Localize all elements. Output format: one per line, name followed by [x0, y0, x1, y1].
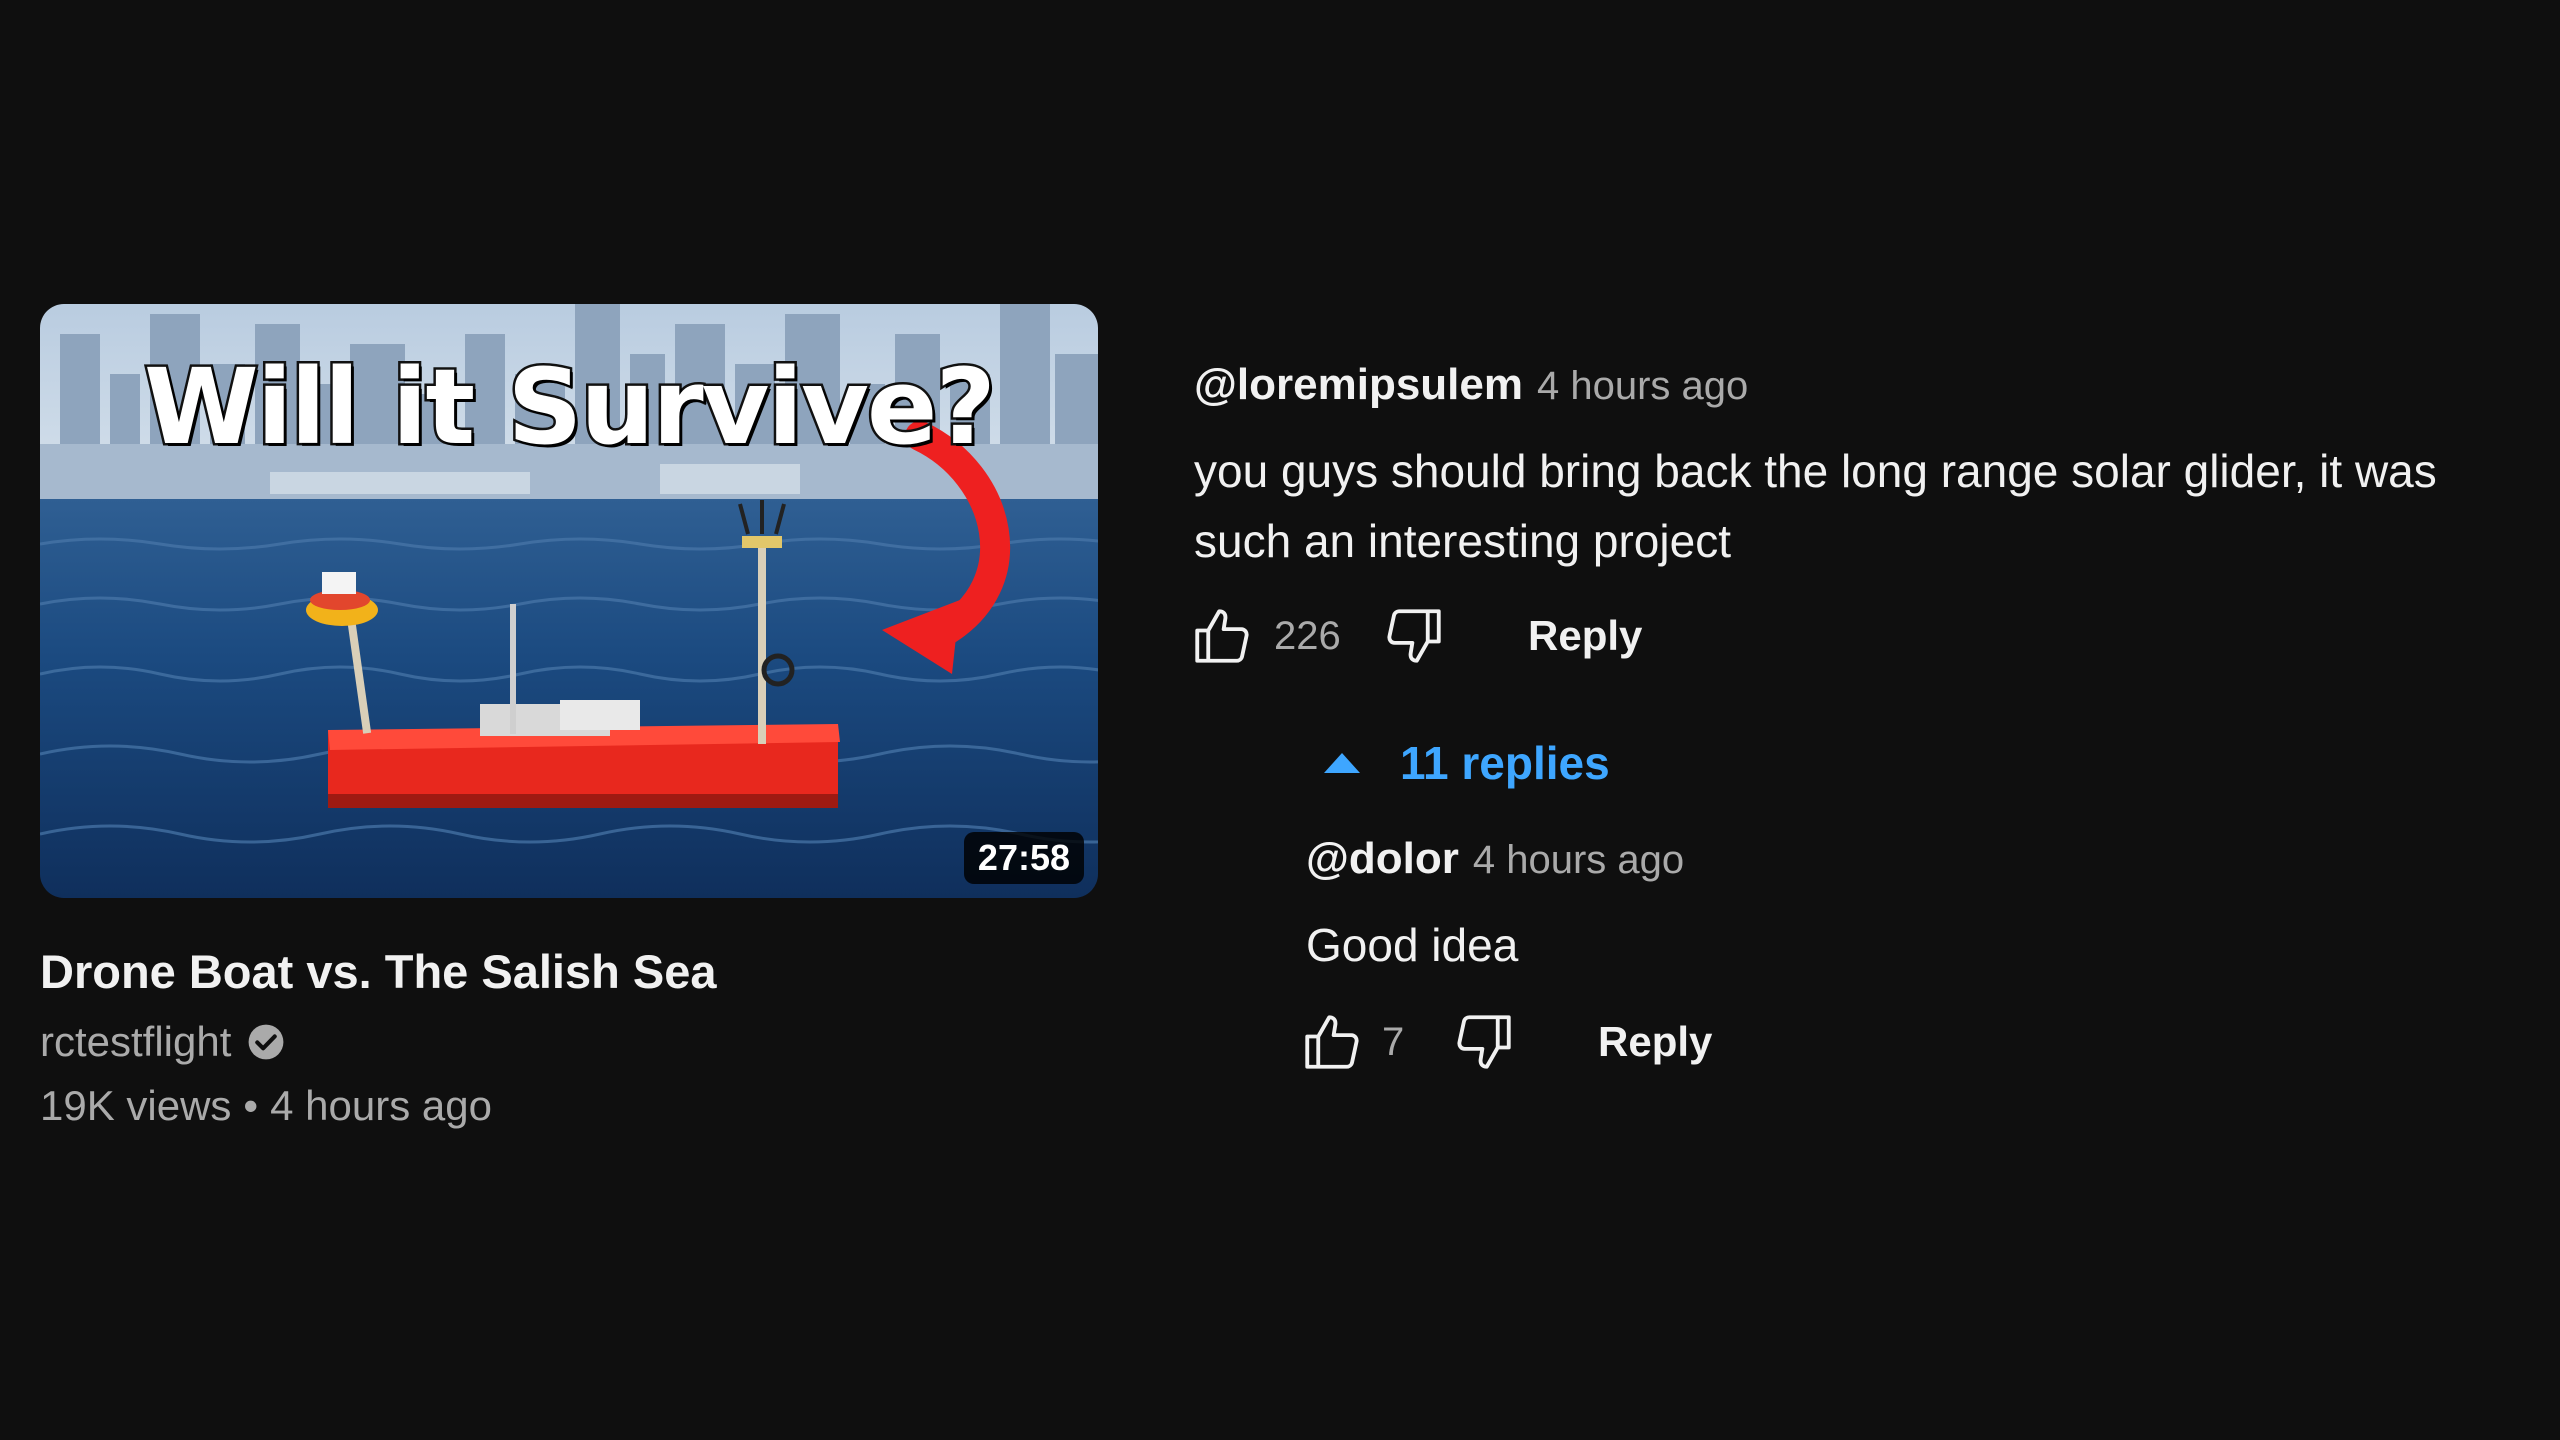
video-thumbnail[interactable]: Will it Survive? 27:58: [40, 304, 1098, 898]
reply-dislike-button[interactable]: [1448, 1006, 1520, 1078]
reply-text: Good idea: [1306, 919, 1519, 971]
thumbs-up-icon: [1195, 609, 1249, 663]
dislike-button[interactable]: [1378, 600, 1450, 672]
reply-author[interactable]: @dolor: [1306, 834, 1459, 884]
video-card[interactable]: Will it Survive? 27:58 Drone Boat vs. Th…: [40, 304, 1098, 1130]
reply-button[interactable]: Reply: [1528, 612, 1642, 660]
video-title[interactable]: Drone Boat vs. The Salish Sea: [40, 944, 1098, 1000]
page: Will it Survive? 27:58 Drone Boat vs. Th…: [0, 0, 2560, 1440]
upload-age: 4 hours ago: [270, 1082, 492, 1130]
caret-up-icon: [1324, 753, 1360, 773]
thumbs-down-icon: [1457, 1015, 1511, 1069]
reply-comment: @dolor 4 hours ago Good idea 7 Reply: [1305, 834, 2506, 1082]
meta-separator: •: [243, 1082, 259, 1130]
reply-like-button[interactable]: [1296, 1006, 1368, 1078]
video-duration-badge: 27:58: [963, 832, 1084, 884]
view-count: 19K views: [40, 1082, 232, 1130]
reply-header: @dolor 4 hours ago: [1306, 834, 2506, 884]
reply-reply-button[interactable]: Reply: [1598, 1018, 1712, 1066]
reply-actions: 7 Reply: [1296, 1002, 2506, 1082]
comment-author[interactable]: @loremipsulem: [1194, 360, 1523, 410]
thumbs-down-icon: [1387, 609, 1441, 663]
verified-badge-icon: [247, 1023, 285, 1061]
like-count: 226: [1274, 613, 1341, 658]
like-button[interactable]: [1186, 600, 1258, 672]
thumbnail-title-text: Will it Survive?: [142, 344, 999, 471]
comment-actions: 226 Reply: [1186, 596, 2534, 676]
comment-text: you guys should bring back the long rang…: [1194, 445, 2437, 567]
thumbs-up-icon: [1305, 1015, 1359, 1069]
replies-toggle-button[interactable]: 11 replies: [1324, 736, 1610, 790]
reply-timestamp[interactable]: 4 hours ago: [1473, 838, 1684, 883]
channel-name[interactable]: rctestflight: [40, 1018, 231, 1066]
comment-timestamp[interactable]: 4 hours ago: [1537, 364, 1748, 409]
channel-row: rctestflight: [40, 1018, 1098, 1066]
reply-like-count: 7: [1382, 1019, 1405, 1064]
replies-count-label: 11 replies: [1400, 737, 1610, 789]
comment-thread: @loremipsulem 4 hours ago you guys shoul…: [1194, 360, 2534, 676]
comment-header: @loremipsulem 4 hours ago: [1194, 360, 2534, 410]
video-meta: 19K views • 4 hours ago: [40, 1082, 1098, 1130]
